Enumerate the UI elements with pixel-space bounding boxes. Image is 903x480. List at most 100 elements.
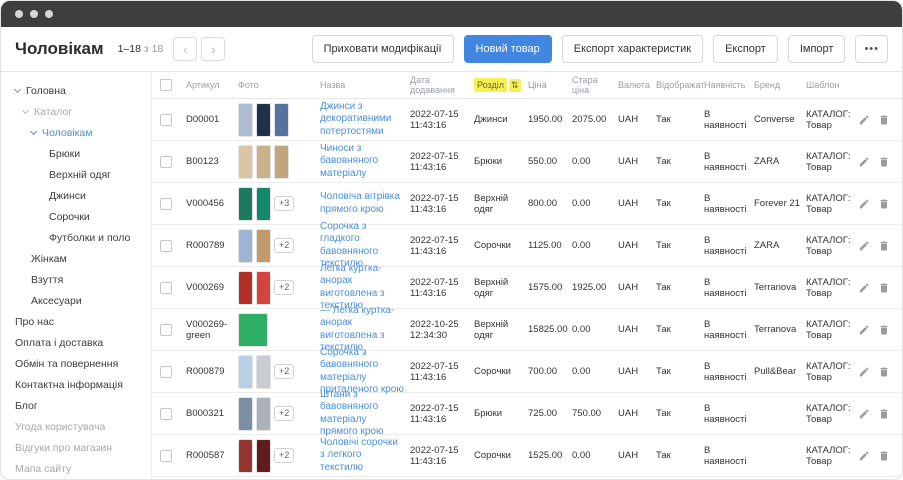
- window-close-button[interactable]: [15, 10, 23, 18]
- sidebar-item-15[interactable]: Блог: [1, 395, 151, 416]
- sidebar-item-7[interactable]: Футболки и поло: [1, 227, 151, 248]
- edit-icon[interactable]: [860, 324, 870, 336]
- sidebar-item-2[interactable]: Чоловікам: [1, 122, 151, 143]
- more-actions-button[interactable]: •••: [855, 35, 888, 63]
- delete-icon[interactable]: [878, 450, 890, 462]
- more-photos-badge: +2: [274, 448, 294, 463]
- sidebar-item-12[interactable]: Оплата і доставка: [1, 332, 151, 353]
- edit-icon[interactable]: [860, 156, 870, 168]
- sidebar-item-6[interactable]: Сорочки: [1, 206, 151, 227]
- sidebar-item-label: Про нас: [15, 316, 54, 328]
- pagination-prev-button[interactable]: ‹: [173, 37, 197, 61]
- row-checkbox[interactable]: [160, 156, 172, 168]
- column-header-name[interactable]: Назва: [320, 80, 410, 90]
- product-section: Сорочки: [474, 366, 511, 377]
- column-header-stock[interactable]: Наявність: [704, 80, 754, 90]
- chevron-down-icon: [30, 127, 37, 134]
- row-checkbox[interactable]: [160, 324, 172, 336]
- product-name-link[interactable]: Чиноси з бавовняного матеріалу: [320, 143, 404, 181]
- window-minimize-button[interactable]: [30, 10, 38, 18]
- row-checkbox[interactable]: [160, 240, 172, 252]
- hide-modifications-button[interactable]: Приховати модифікації: [312, 35, 454, 63]
- sidebar-item-13[interactable]: Обмін та повернення: [1, 353, 151, 374]
- sidebar-item-17[interactable]: Відгуки про магазин: [1, 437, 151, 458]
- product-name-link[interactable]: Джинси з декоративними потертостями: [320, 101, 404, 139]
- column-header-currency[interactable]: Валюта: [618, 80, 656, 90]
- row-checkbox[interactable]: [160, 282, 172, 294]
- page-title: Чоловікам: [15, 39, 104, 59]
- sidebar-item-11[interactable]: Про нас: [1, 311, 151, 332]
- edit-icon[interactable]: [860, 198, 870, 210]
- pagination-next-button[interactable]: ›: [201, 37, 225, 61]
- sidebar-item-9[interactable]: Взуття: [1, 269, 151, 290]
- export-button[interactable]: Експорт: [713, 35, 778, 63]
- delete-icon[interactable]: [878, 366, 890, 378]
- delete-icon[interactable]: [878, 282, 890, 294]
- edit-icon[interactable]: [860, 366, 870, 378]
- sidebar-item-14[interactable]: Контактна інформація: [1, 374, 151, 395]
- sidebar-item-3[interactable]: Брюки: [1, 143, 151, 164]
- edit-icon[interactable]: [860, 282, 870, 294]
- product-photo-thumbnail: [238, 271, 253, 305]
- table-row: B00123 Чиноси з бавовняного матеріалу 20…: [152, 141, 902, 183]
- delete-icon[interactable]: [878, 156, 890, 168]
- column-header-photo[interactable]: Фото: [238, 80, 320, 90]
- product-price: 725.00: [528, 408, 557, 419]
- product-stock-status: В наявності: [704, 109, 746, 131]
- row-checkbox[interactable]: [160, 198, 172, 210]
- sidebar-item-10[interactable]: Аксесуари: [1, 290, 151, 311]
- column-header-old-price[interactable]: Стара ціна: [572, 75, 618, 95]
- new-product-button[interactable]: Новий товар: [464, 35, 552, 63]
- row-checkbox[interactable]: [160, 450, 172, 462]
- column-header-date[interactable]: Дата додавання: [410, 75, 474, 95]
- sidebar-item-8[interactable]: Жінкам: [1, 248, 151, 269]
- delete-icon[interactable]: [878, 324, 890, 336]
- column-header-sku[interactable]: Артикул: [186, 80, 238, 90]
- edit-icon[interactable]: [860, 114, 870, 126]
- sidebar-item-4[interactable]: Верхній одяг: [1, 164, 151, 185]
- column-header-price[interactable]: Ціна: [528, 80, 572, 90]
- product-old-price: 0.00: [572, 240, 591, 251]
- row-checkbox[interactable]: [160, 366, 172, 378]
- row-checkbox[interactable]: [160, 114, 172, 126]
- product-section: Брюки: [474, 408, 502, 419]
- product-name-link[interactable]: Чоловіча вітрівка прямого крою: [320, 191, 404, 216]
- sort-toggle-icon[interactable]: ⇅: [509, 79, 521, 92]
- product-name-link[interactable]: Штани з бавовняного матеріалу прямого кр…: [320, 389, 404, 439]
- product-stock-status: В наявності: [704, 151, 746, 173]
- delete-icon[interactable]: [878, 114, 890, 126]
- column-header-display[interactable]: Відображати: [656, 80, 704, 90]
- product-photo-thumbnail: [238, 103, 253, 137]
- table-header-row: Артикул Фото Назва Дата додавання Розділ…: [152, 72, 902, 99]
- edit-icon[interactable]: [860, 450, 870, 462]
- product-old-price: 2075.00: [572, 114, 606, 125]
- column-header-section-sorted[interactable]: Розділ ⇅: [474, 78, 522, 92]
- edit-icon[interactable]: [860, 240, 870, 252]
- product-name-link[interactable]: Чоловічі сорочки з легкого текстилю: [320, 437, 404, 475]
- sidebar-item-label: Сорочки: [49, 211, 90, 223]
- product-photos: +2: [238, 397, 314, 431]
- pagination-info: 1–18 з 18: [118, 43, 164, 55]
- page-header: Чоловікам 1–18 з 18 ‹ › Приховати модифі…: [1, 27, 902, 72]
- row-checkbox[interactable]: [160, 408, 172, 420]
- select-all-checkbox[interactable]: [160, 79, 172, 91]
- delete-icon[interactable]: [878, 408, 890, 420]
- window-maximize-button[interactable]: [45, 10, 53, 18]
- sidebar-item-5[interactable]: Джинси: [1, 185, 151, 206]
- sidebar-item-1[interactable]: Каталог: [1, 101, 151, 122]
- product-old-price: 0.00: [572, 198, 591, 209]
- edit-icon[interactable]: [860, 408, 870, 420]
- delete-icon[interactable]: [878, 240, 890, 252]
- more-photos-badge: +2: [274, 238, 294, 253]
- more-photos-badge: +3: [274, 196, 294, 211]
- delete-icon[interactable]: [878, 198, 890, 210]
- sidebar-item-16[interactable]: Угода користувача: [1, 416, 151, 437]
- sidebar-item-0[interactable]: Головна: [1, 80, 151, 101]
- column-header-brand[interactable]: Бренд: [754, 80, 806, 90]
- column-header-template[interactable]: Шаблон: [806, 80, 860, 90]
- product-date-added: 2022-10-25 12:34:30: [410, 319, 459, 341]
- import-button[interactable]: Імпорт: [788, 35, 846, 63]
- product-stock-status: В наявності: [704, 403, 746, 425]
- export-characteristics-button[interactable]: Експорт характеристик: [562, 35, 703, 63]
- sidebar-item-18[interactable]: Мапа сайту: [1, 458, 151, 479]
